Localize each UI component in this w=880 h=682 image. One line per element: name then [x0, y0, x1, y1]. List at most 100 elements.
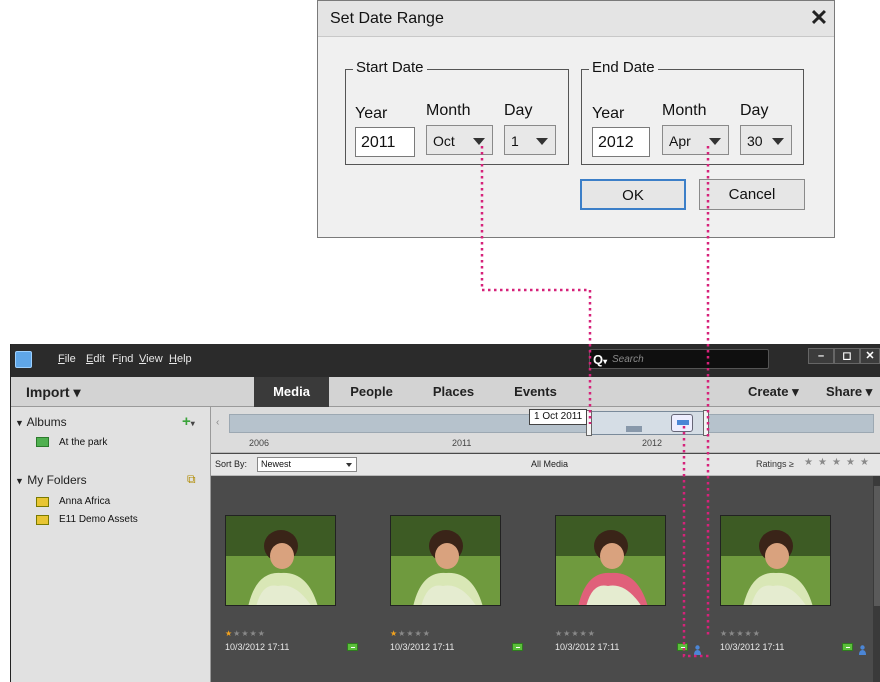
- menu-file[interactable]: File: [58, 353, 76, 365]
- end-year-input[interactable]: 2012: [592, 127, 650, 157]
- menu-help[interactable]: Help: [169, 353, 192, 365]
- share-button[interactable]: Share ▾: [826, 384, 872, 400]
- maximize-button[interactable]: ◻: [834, 348, 860, 364]
- rating-filter-star-2[interactable]: ★: [818, 457, 827, 468]
- end-month-select[interactable]: Apr: [662, 125, 729, 155]
- start-date-legend: Start Date: [353, 59, 427, 76]
- rating-star[interactable]: ★: [588, 629, 596, 638]
- timeline-end-handle[interactable]: [703, 410, 709, 436]
- photo-thumbnail[interactable]: [720, 515, 831, 606]
- rating-star[interactable]: ★: [406, 629, 414, 638]
- start-year-label: Year: [355, 105, 388, 122]
- photo-thumbnail[interactable]: [555, 515, 666, 606]
- photo-rating-stars[interactable]: ★★★★★: [555, 629, 596, 638]
- rating-star[interactable]: ★: [258, 629, 266, 638]
- timeline-year-2011: 2011: [452, 438, 472, 448]
- chevron-left-icon[interactable]: ‹: [216, 417, 219, 428]
- folder-item-anna-africa[interactable]: Anna Africa: [59, 496, 110, 507]
- photo-date: 10/3/2012 17:11: [555, 642, 620, 652]
- end-date-legend: End Date: [589, 59, 658, 76]
- my-folders-label: My Folders: [27, 473, 87, 487]
- rating-star[interactable]: ★: [241, 629, 249, 638]
- start-day-value: 1: [511, 133, 519, 149]
- sort-by-label: Sort By:: [215, 459, 248, 469]
- start-year-input[interactable]: 2011: [355, 127, 415, 157]
- rating-star[interactable]: ★: [580, 629, 588, 638]
- tab-people[interactable]: People: [334, 377, 409, 407]
- menu-find[interactable]: Find: [112, 353, 133, 365]
- folder-icon: [36, 515, 49, 525]
- grid-scrollbar-thumb[interactable]: [874, 486, 880, 606]
- close-icon[interactable]: ✕: [806, 5, 832, 31]
- rating-star[interactable]: ★: [250, 629, 258, 638]
- start-month-label: Month: [426, 102, 471, 119]
- album-item-at-the-park[interactable]: At the park: [59, 437, 107, 448]
- rating-star[interactable]: ★: [225, 629, 233, 638]
- photo-thumbnail[interactable]: [225, 515, 336, 606]
- rating-star[interactable]: ★: [571, 629, 579, 638]
- search-input[interactable]: Search: [612, 354, 644, 365]
- rating-filter-star-4[interactable]: ★: [846, 457, 855, 468]
- photo-rating-stars[interactable]: ★★★★★: [225, 629, 266, 638]
- rating-star[interactable]: ★: [390, 629, 398, 638]
- photo-thumbnail[interactable]: [390, 515, 501, 606]
- start-day-select[interactable]: 1: [504, 125, 556, 155]
- rating-filter-star-1[interactable]: ★: [804, 457, 813, 468]
- keyword-tag-icon[interactable]: [512, 643, 523, 651]
- timeline-tooltip: 1 Oct 2011: [529, 409, 588, 425]
- ratings-label: Ratings ≥: [756, 459, 794, 469]
- chevron-down-icon: ▼: [15, 418, 24, 428]
- folder-icon: [36, 497, 49, 507]
- create-button[interactable]: Create ▾: [748, 384, 799, 400]
- rating-star[interactable]: ★: [720, 629, 728, 638]
- sort-by-select[interactable]: Newest: [257, 457, 357, 472]
- tab-media[interactable]: Media: [254, 377, 329, 407]
- photo-date: 10/3/2012 17:11: [720, 642, 785, 652]
- my-folders-header[interactable]: ▼ My Folders: [15, 473, 87, 487]
- person-tag-icon[interactable]: [859, 642, 866, 655]
- app-icon: [15, 351, 32, 368]
- minimize-button[interactable]: –: [808, 348, 834, 364]
- media-grid: ★★★★★ 10/3/2012 17:11 ★★★★★ 10/3/2012 17:11…: [211, 476, 880, 682]
- close-window-button[interactable]: ✕: [860, 348, 880, 364]
- folder-item-e11-demo-assets[interactable]: E11 Demo Assets: [59, 514, 138, 525]
- menu-edit[interactable]: Edit: [86, 353, 105, 365]
- person-tag-icon[interactable]: [694, 642, 701, 655]
- tab-places[interactable]: Places: [416, 377, 491, 407]
- plus-icon[interactable]: +▾: [182, 413, 195, 430]
- rating-star[interactable]: ★: [423, 629, 431, 638]
- rating-star[interactable]: ★: [736, 629, 744, 638]
- rating-star[interactable]: ★: [745, 629, 753, 638]
- rating-filter-star-5[interactable]: ★: [860, 457, 869, 468]
- rating-filter-star-3[interactable]: ★: [832, 457, 841, 468]
- keyword-tag-icon[interactable]: [842, 643, 853, 651]
- photo-rating-stars[interactable]: ★★★★★: [720, 629, 761, 638]
- sort-bar: Sort By: Newest All Media Ratings ≥ ★ ★ …: [211, 454, 880, 476]
- albums-header[interactable]: ▼ Albums: [15, 415, 67, 429]
- left-panel: ▼ Albums +▾ At the park ▼ My Folders ⧉ A…: [11, 407, 211, 682]
- search-box[interactable]: Q▾ Search: [589, 349, 769, 369]
- chevron-down-icon: ▼: [15, 476, 24, 486]
- tab-events[interactable]: Events: [498, 377, 573, 407]
- timeline-slider-thumb[interactable]: [671, 414, 693, 432]
- timeline: ‹ 2006 2011 2012 1 Oct 2011: [211, 407, 880, 453]
- menu-view[interactable]: View: [139, 353, 163, 365]
- import-button[interactable]: Import ▾: [26, 384, 80, 401]
- rating-star[interactable]: ★: [555, 629, 563, 638]
- ok-button[interactable]: OK: [580, 179, 686, 210]
- menu-bar: File Edit Find View Help Q▾ Search – ◻ ✕: [11, 344, 880, 377]
- rating-star[interactable]: ★: [753, 629, 761, 638]
- grid-scrollbar[interactable]: [873, 476, 880, 682]
- all-media-label: All Media: [531, 459, 569, 469]
- keyword-tag-icon[interactable]: [347, 643, 358, 651]
- album-icon: [36, 437, 49, 447]
- keyword-tag-icon[interactable]: [677, 643, 688, 651]
- cancel-button[interactable]: Cancel: [699, 179, 805, 210]
- folder-view-icon[interactable]: ⧉: [187, 472, 196, 487]
- end-day-select[interactable]: 30: [740, 125, 792, 155]
- timeline-year-2012: 2012: [642, 438, 663, 448]
- start-month-value: Oct: [433, 133, 455, 149]
- rating-star[interactable]: ★: [415, 629, 423, 638]
- photo-rating-stars[interactable]: ★★★★★: [390, 629, 431, 638]
- start-month-select[interactable]: Oct: [426, 125, 493, 155]
